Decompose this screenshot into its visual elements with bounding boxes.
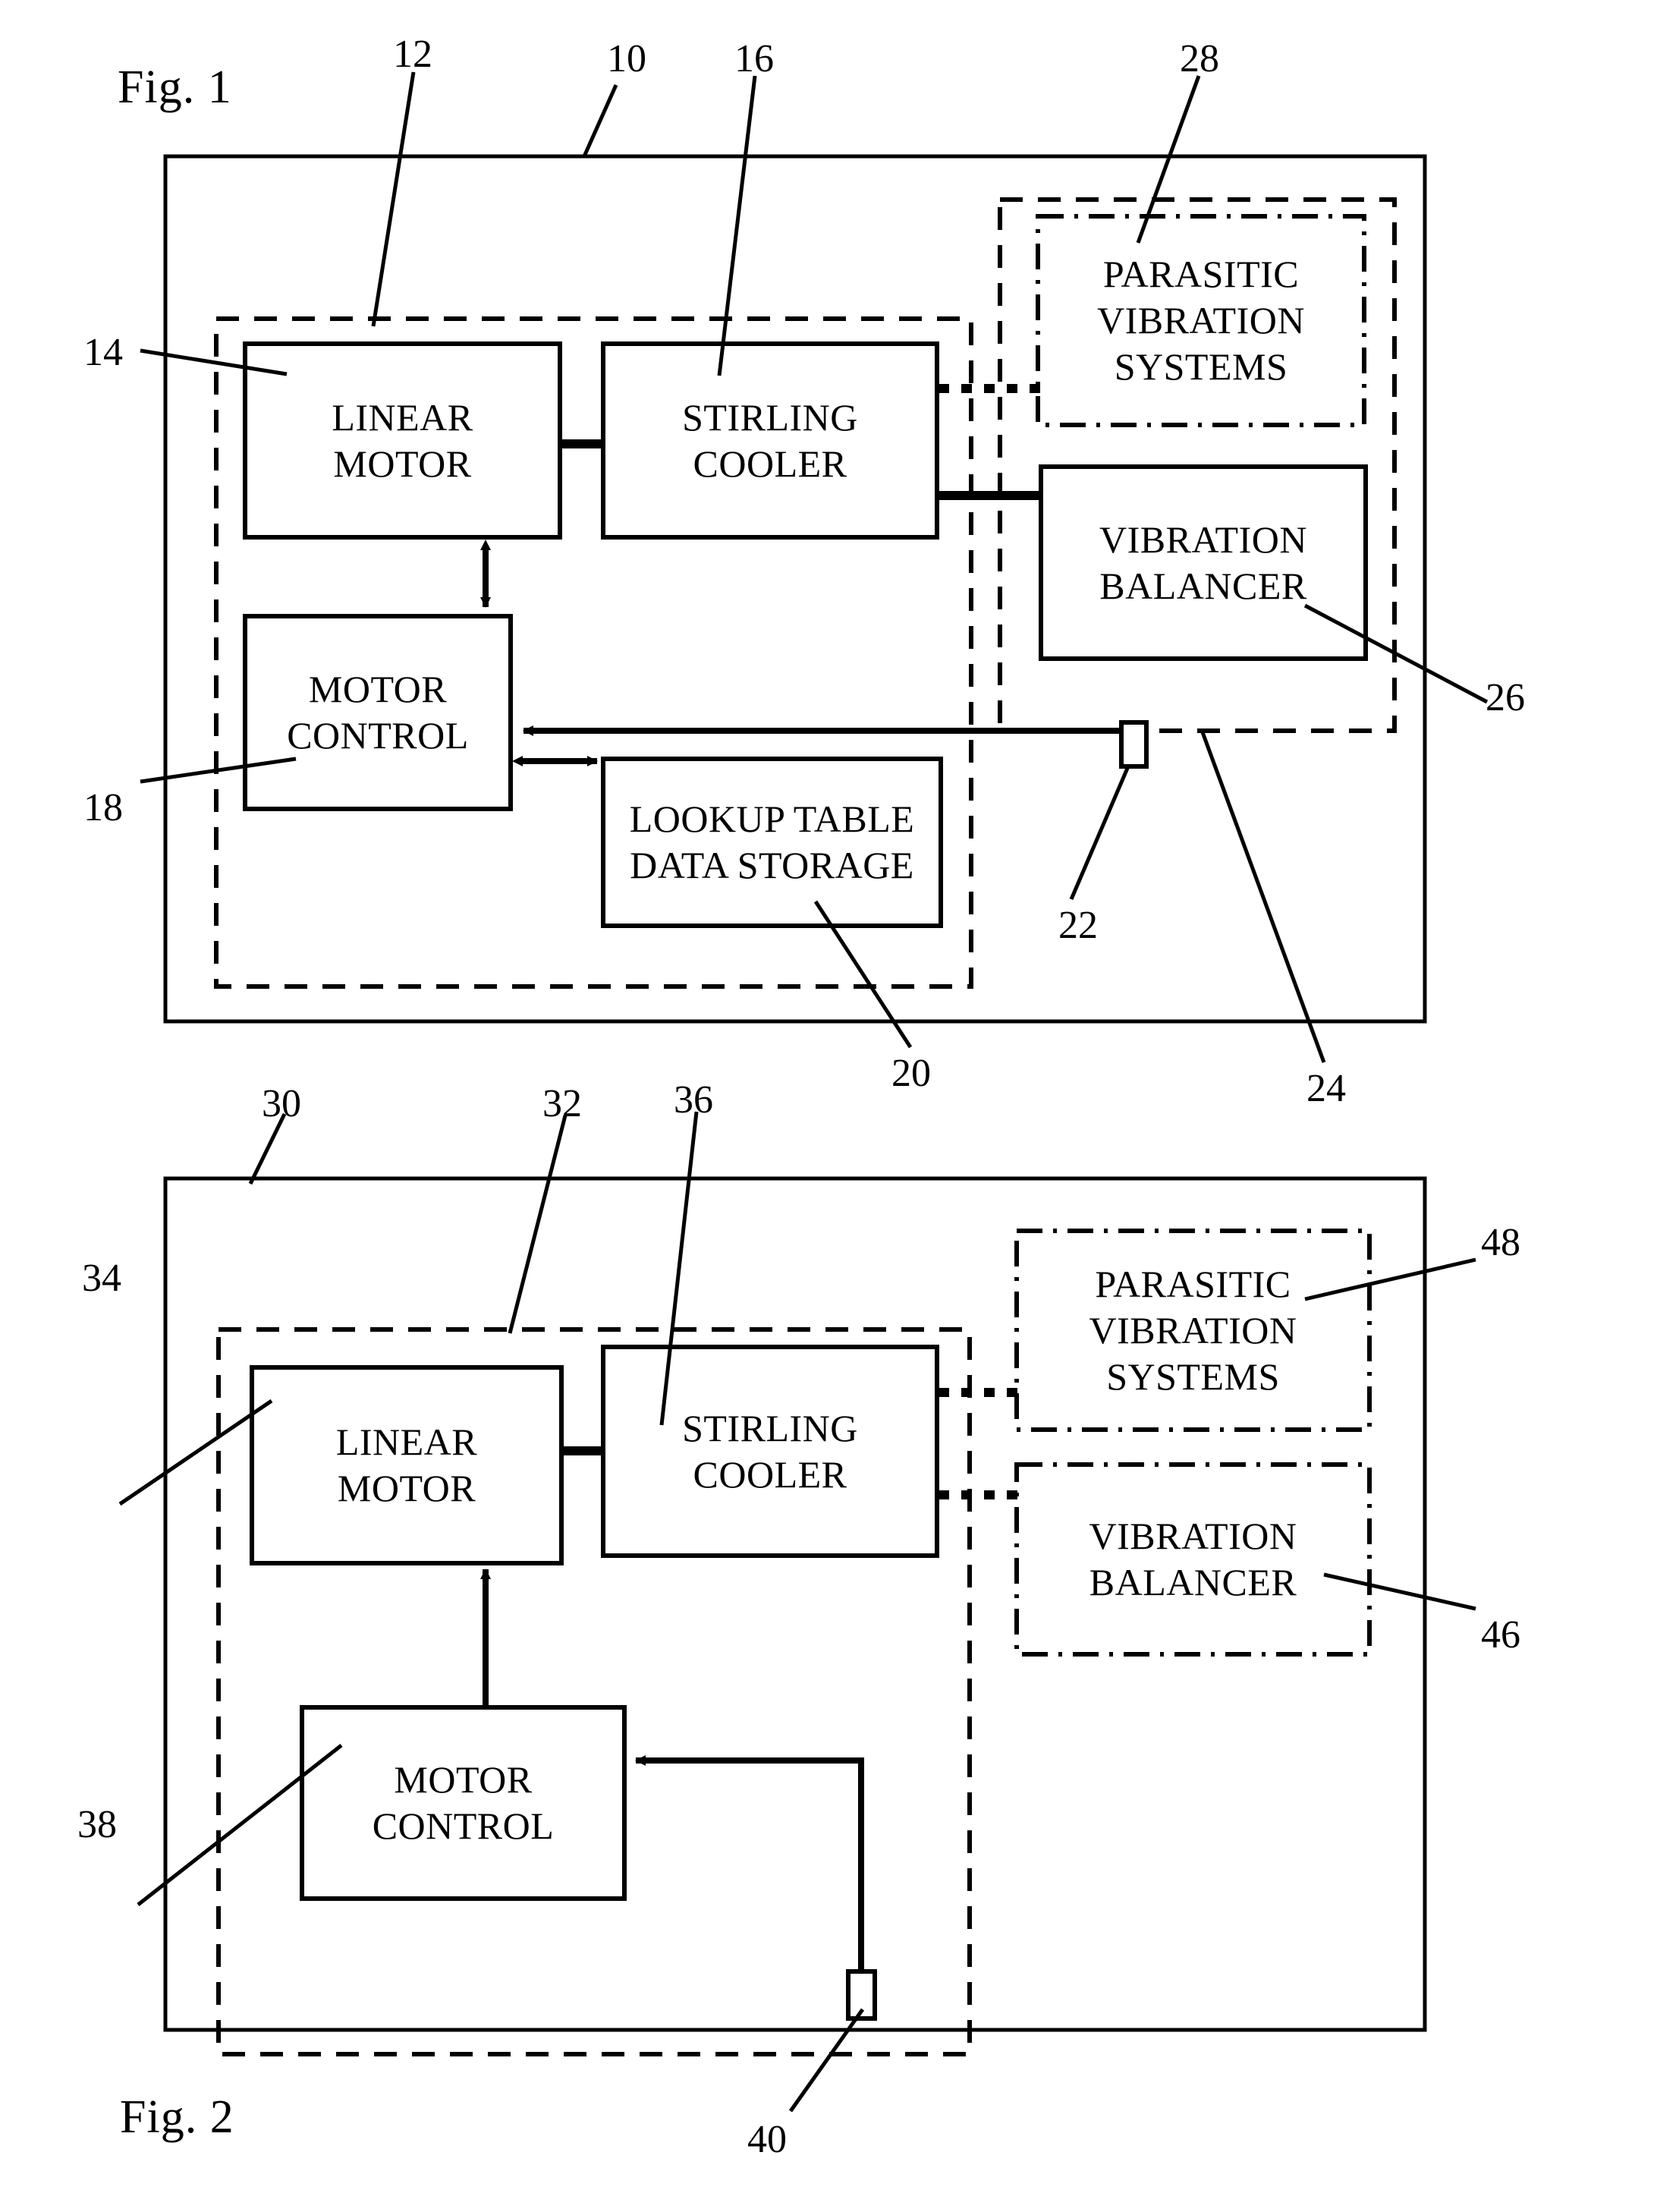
fig1-leader-22 <box>1069 766 1130 900</box>
fig2-balancer-label: VIBRATION BALANCER <box>1017 1465 1369 1654</box>
patent-drawing-sheet: Fig. 1 12 10 16 28 14 18 26 22 20 24 LIN… <box>0 0 1657 2212</box>
fig2-stirling-cooler-label: STIRLING COOLER <box>603 1347 937 1556</box>
fig1-caption: Fig. 1 <box>118 61 232 113</box>
fig1-ref-10: 10 <box>607 37 646 80</box>
fig2-leader-32 <box>508 1115 568 1334</box>
fig2-leader-34 <box>118 1399 273 1506</box>
fig2-leader-40 <box>788 2008 865 2113</box>
fig1-ref-22: 22 <box>1058 904 1098 947</box>
fig1-linear-motor-label: LINEAR MOTOR <box>245 344 560 537</box>
fig2-ref-30: 30 <box>262 1082 301 1125</box>
fig2-ref-38: 38 <box>77 1803 117 1846</box>
fig2-linear-motor-line2: MOTOR <box>337 1467 476 1509</box>
fig1-stirling-cooler-label: STIRLING COOLER <box>603 344 937 537</box>
fig1-ref-18: 18 <box>83 786 123 829</box>
fig1-ref-26: 26 <box>1486 676 1525 719</box>
fig2-linear-motor-label: LINEAR MOTOR <box>252 1367 561 1563</box>
fig1-linear-motor-line1: LINEAR <box>332 395 473 439</box>
fig2-ref-40: 40 <box>747 2118 787 2161</box>
fig1-ref-12: 12 <box>393 33 432 76</box>
fig1-lookup-line1: LOOKUP TABLE <box>629 798 915 840</box>
fig2-motor-control-line2: CONTROL <box>372 1805 555 1847</box>
fig1-parasitic-label: PARASITIC VIBRATION SYSTEMS <box>1038 216 1364 425</box>
fig2-stirling-line1: STIRLING <box>682 1406 858 1449</box>
fig2-ref-36: 36 <box>674 1078 713 1122</box>
fig1-parasitic-line1: PARASITIC <box>1102 253 1300 295</box>
fig1-motor-control-line1: MOTOR <box>308 668 448 710</box>
fig2-motor-control-line1: MOTOR <box>394 1758 533 1801</box>
fig1-balancer-line2: BALANCER <box>1099 564 1307 607</box>
fig1-ref-20: 20 <box>891 1052 931 1095</box>
fig1-leader-24 <box>1200 732 1326 1063</box>
fig2-parasitic-label: PARASITIC VIBRATION SYSTEMS <box>1017 1231 1369 1430</box>
fig1-ref-14: 14 <box>83 331 123 374</box>
fig1-parasitic-line2: VIBRATION <box>1097 299 1305 341</box>
fig2-parasitic-line3: SYSTEMS <box>1106 1355 1280 1398</box>
fig1-lookup-table-label: LOOKUP TABLE DATA STORAGE <box>603 759 941 926</box>
fig2-motor-control-label: MOTOR CONTROL <box>302 1707 624 1899</box>
fig2-ref-46: 46 <box>1481 1613 1520 1657</box>
fig2-parasitic-line2: VIBRATION <box>1089 1308 1297 1351</box>
fig1-linear-motor-line2: MOTOR <box>333 442 472 485</box>
fig2-sensor-feedback-path <box>635 1755 864 1973</box>
fig1-motor-control-label: MOTOR CONTROL <box>245 616 511 809</box>
fig2-caption: Fig. 2 <box>120 2091 234 2143</box>
fig1-ref-16: 16 <box>734 37 774 80</box>
fig1-stirling-line1: STIRLING <box>682 395 858 439</box>
fig1-parasitic-line3: SYSTEMS <box>1114 345 1288 388</box>
fig1-lookup-line2: DATA STORAGE <box>630 844 914 886</box>
fig1-sensor-element <box>1119 720 1149 769</box>
fig2-balancer-line2: BALANCER <box>1089 1561 1297 1603</box>
fig1-balancer-line1: VIBRATION <box>1099 518 1307 561</box>
fig1-stirling-line2: COOLER <box>693 442 847 485</box>
fig1-motor-control-line2: CONTROL <box>287 714 469 757</box>
fig2-linear-motor-line1: LINEAR <box>335 1421 478 1463</box>
fig1-leader-16 <box>717 75 757 376</box>
fig2-balancer-line1: VIBRATION <box>1089 1515 1297 1557</box>
fig2-stirling-line2: COOLER <box>693 1452 847 1496</box>
fig2-ref-32: 32 <box>542 1082 582 1125</box>
diagram-vector-layer <box>118 71 1489 2113</box>
fig1-ref-28: 28 <box>1180 37 1219 80</box>
fig1-leader-10 <box>582 83 618 158</box>
fig1-ref-24: 24 <box>1306 1067 1346 1110</box>
fig1-leader-12 <box>371 71 416 327</box>
fig1-sensor-feedback-line <box>523 725 1135 736</box>
fig2-parasitic-line1: PARASITIC <box>1095 1262 1291 1305</box>
fig2-ref-48: 48 <box>1481 1221 1520 1264</box>
fig1-balancer-label: VIBRATION BALANCER <box>1041 467 1366 659</box>
fig2-ref-34: 34 <box>82 1257 121 1300</box>
